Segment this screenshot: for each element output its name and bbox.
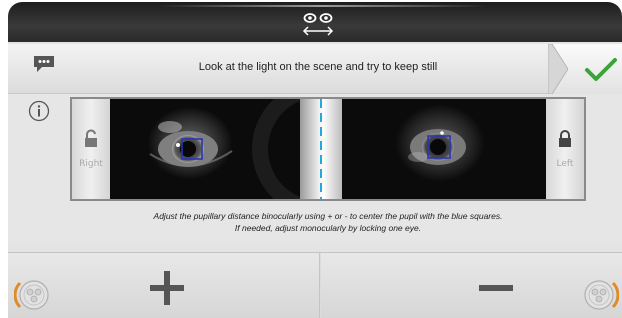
bottom-controls <box>8 252 622 318</box>
knob-icon[interactable] <box>14 277 50 313</box>
left-eye-lock-button[interactable]: Left <box>546 99 584 199</box>
top-bar-highlight <box>158 5 488 7</box>
device-screen: Look at the light on the scene and try t… <box>8 2 622 318</box>
speech-bubble-icon <box>34 56 54 72</box>
decrease-distance-button[interactable] <box>321 253 622 318</box>
lock-open-icon <box>85 129 97 147</box>
instruction-bar: Look at the light on the scene and try t… <box>8 44 622 94</box>
right-eye-label: Right <box>79 159 103 169</box>
adjust-instructions: Adjust the pupillary distance binocularl… <box>70 210 586 234</box>
plus-icon <box>150 271 184 305</box>
top-bar <box>8 2 622 42</box>
center-dashed-line <box>320 99 322 199</box>
eyes-distance-icon <box>302 13 334 36</box>
minus-icon <box>479 285 513 291</box>
adjust-instructions-line-2: If needed, adjust monocularly by locking… <box>234 223 422 233</box>
knob-icon[interactable] <box>583 277 619 313</box>
left-eye-label: Left <box>556 159 574 169</box>
increase-distance-button[interactable] <box>8 253 320 318</box>
center-alignment-strip <box>300 99 342 199</box>
right-eye-image <box>110 99 300 199</box>
confirm-tab-edge <box>548 44 568 94</box>
camera-section: Right Left Adjust the pupillary distance… <box>8 94 622 244</box>
adjust-instructions-line-1: Adjust the pupillary distance binocularl… <box>153 211 503 221</box>
lock-closed-icon <box>559 130 571 147</box>
right-eye-lock-button[interactable]: Right <box>72 99 110 199</box>
instruction-text: Look at the light on the scene and try t… <box>198 61 438 73</box>
left-eye-image <box>342 99 546 199</box>
left-eye-camera <box>342 99 546 199</box>
info-icon[interactable] <box>28 100 50 122</box>
right-eye-camera <box>110 99 300 199</box>
camera-frame: Right Left <box>70 97 586 201</box>
